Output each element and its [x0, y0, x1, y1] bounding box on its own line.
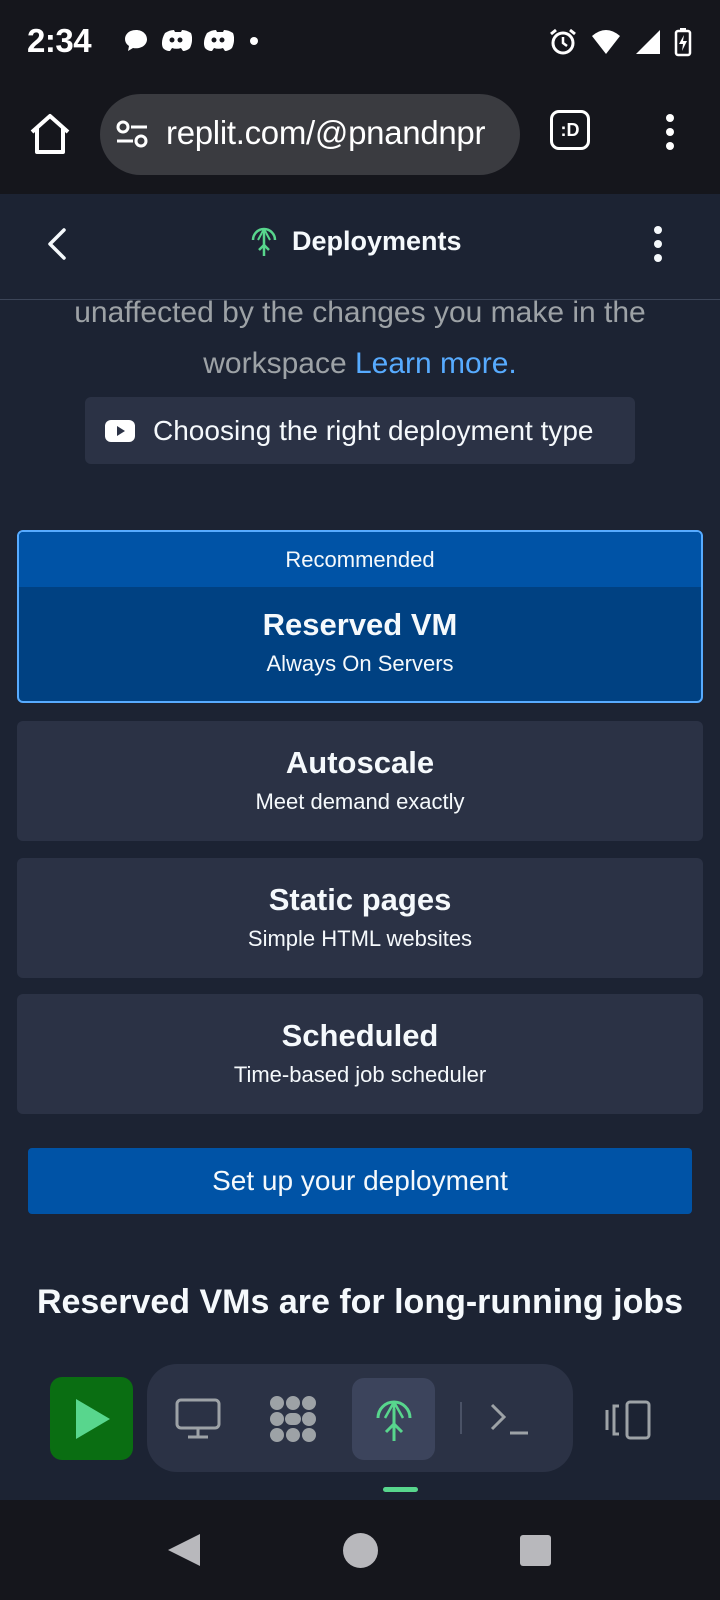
- discord-icon-2: [203, 30, 234, 51]
- url-text[interactable]: replit.com/@pnandnpr: [166, 114, 506, 152]
- deployment-option-static-pages[interactable]: Static pages Simple HTML websites: [17, 858, 703, 978]
- tool-group: [147, 1364, 573, 1472]
- panel-toggle-button[interactable]: [600, 1392, 656, 1448]
- site-settings-icon[interactable]: [114, 118, 150, 150]
- option-title: Scheduled: [281, 1018, 439, 1053]
- setup-deployment-button[interactable]: Set up your deployment: [28, 1148, 692, 1214]
- recommended-badge: Recommended: [19, 532, 701, 587]
- option-subtitle: Meet demand exactly: [255, 789, 465, 814]
- app-header: Deployments: [0, 194, 720, 300]
- nav-back-icon[interactable]: [166, 1532, 202, 1568]
- back-arrow-icon[interactable]: [40, 224, 74, 264]
- monitor-icon: [175, 1398, 220, 1439]
- video-guide-label: Choosing the right deployment type: [153, 414, 594, 446]
- chat-bubble-icon: [125, 30, 147, 51]
- intro-text: unaffected by the changes you make in th…: [30, 287, 690, 389]
- system-navigation-bar: [0, 1500, 720, 1600]
- run-icon: [75, 1398, 110, 1439]
- learn-more-link[interactable]: Learn more.: [355, 347, 517, 380]
- status-time: 2:34: [27, 22, 92, 59]
- browser-toolbar: replit.com/@pnandnpr :D: [0, 88, 720, 194]
- option-subtitle: Time-based job scheduler: [233, 1062, 487, 1087]
- address-bar[interactable]: replit.com/@pnandnpr: [100, 94, 520, 175]
- tab-switcher-icon[interactable]: :D: [550, 110, 590, 150]
- system-status-icons: [548, 27, 692, 57]
- video-guide-button[interactable]: Choosing the right deployment type: [85, 397, 635, 464]
- battery-charging-icon: [674, 28, 692, 57]
- section-heading: Reserved VMs are for long-running jobs: [36, 1283, 684, 1321]
- terminal-icon: [490, 1403, 528, 1435]
- option-title: Static pages: [268, 882, 452, 917]
- workflow-icon: [269, 1396, 316, 1442]
- header-title-group: Deployments: [250, 224, 462, 258]
- option-subtitle: Simple HTML websites: [247, 926, 473, 951]
- notification-icons: [122, 27, 264, 55]
- tool-shell[interactable]: [468, 1378, 551, 1460]
- more-options-icon[interactable]: [646, 222, 670, 266]
- nav-home-icon[interactable]: [343, 1533, 378, 1568]
- more-notifications-dot-icon: [250, 37, 258, 45]
- run-button[interactable]: [50, 1377, 133, 1460]
- page-title: Deployments: [292, 225, 462, 256]
- deployment-option-autoscale[interactable]: Autoscale Meet demand exactly: [17, 721, 703, 841]
- toolbar-divider: [460, 1402, 462, 1434]
- active-tab-indicator: [383, 1487, 418, 1492]
- option-title: Autoscale: [285, 745, 435, 780]
- deployment-option-scheduled[interactable]: Scheduled Time-based job scheduler: [17, 994, 703, 1114]
- tool-deployments[interactable]: [352, 1378, 435, 1460]
- youtube-icon: [105, 419, 135, 442]
- alarm-icon: [550, 28, 576, 55]
- tool-workflows[interactable]: [251, 1378, 334, 1460]
- deployments-icon: [251, 227, 277, 256]
- status-bar: 2:34: [0, 0, 720, 88]
- deployments-icon: [376, 1400, 411, 1441]
- cell-signal-icon: [636, 30, 660, 54]
- tool-webview[interactable]: [156, 1378, 239, 1460]
- panel-icon: [605, 1400, 651, 1440]
- browser-menu-icon[interactable]: [656, 112, 684, 152]
- nav-recents-icon[interactable]: [520, 1535, 551, 1566]
- option-title: Reserved VM: [262, 607, 458, 642]
- option-subtitle: Always On Servers: [266, 651, 454, 676]
- deployment-option-reserved-vm[interactable]: Recommended Reserved VM Always On Server…: [17, 530, 703, 703]
- discord-icon: [161, 30, 192, 51]
- home-icon[interactable]: [26, 110, 74, 158]
- wifi-icon: [592, 30, 620, 54]
